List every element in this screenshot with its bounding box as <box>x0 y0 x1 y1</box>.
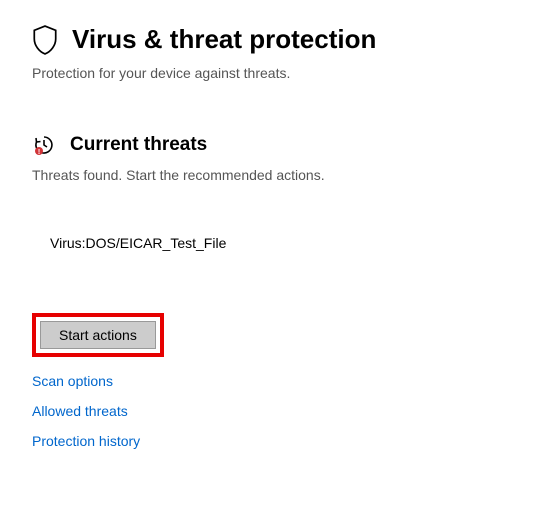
scan-options-link[interactable]: Scan options <box>32 373 113 389</box>
page-title: Virus & threat protection <box>72 24 376 55</box>
links-section: Scan options Allowed threats Protection … <box>32 373 528 449</box>
start-actions-highlight: Start actions <box>32 313 164 357</box>
allowed-threats-link[interactable]: Allowed threats <box>32 403 128 419</box>
start-actions-button[interactable]: Start actions <box>40 321 156 349</box>
shield-icon <box>32 25 58 55</box>
history-alert-icon: ! <box>32 133 56 157</box>
page-header: Virus & threat protection <box>32 24 528 55</box>
svg-text:!: ! <box>38 149 40 156</box>
current-threats-header: ! Current threats <box>32 133 528 157</box>
threat-item: Virus:DOS/EICAR_Test_File <box>50 235 528 251</box>
current-threats-title: Current threats <box>70 134 207 156</box>
current-threats-subtitle: Threats found. Start the recommended act… <box>32 167 528 183</box>
page-subtitle: Protection for your device against threa… <box>32 65 528 81</box>
protection-history-link[interactable]: Protection history <box>32 433 140 449</box>
